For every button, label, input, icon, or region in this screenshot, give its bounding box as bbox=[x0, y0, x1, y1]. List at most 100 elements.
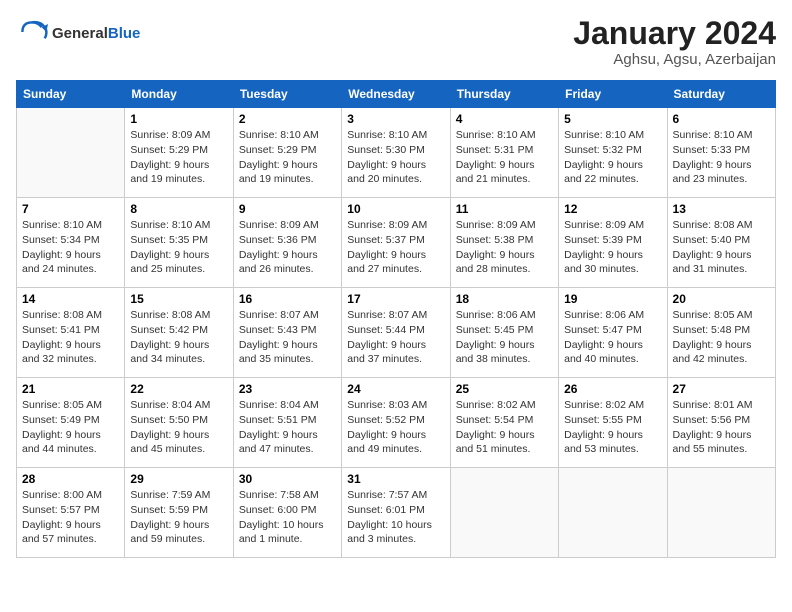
day-number: 16 bbox=[239, 292, 336, 306]
calendar-cell: 24 Sunrise: 8:03 AMSunset: 5:52 PMDayligh… bbox=[342, 378, 450, 468]
calendar-cell: 21 Sunrise: 8:05 AMSunset: 5:49 PMDayligh… bbox=[17, 378, 125, 468]
day-number: 23 bbox=[239, 382, 336, 396]
calendar-cell: 18 Sunrise: 8:06 AMSunset: 5:45 PMDayligh… bbox=[450, 288, 558, 378]
day-detail: Sunrise: 8:04 AMSunset: 5:50 PMDaylight:… bbox=[130, 398, 227, 457]
calendar-cell: 7 Sunrise: 8:10 AMSunset: 5:34 PMDaylight… bbox=[17, 198, 125, 288]
day-detail: Sunrise: 8:08 AMSunset: 5:41 PMDaylight:… bbox=[22, 308, 119, 367]
location: Aghsu, Agsu, Azerbaijan bbox=[573, 51, 776, 68]
calendar-cell: 12 Sunrise: 8:09 AMSunset: 5:39 PMDayligh… bbox=[559, 198, 667, 288]
calendar-cell: 15 Sunrise: 8:08 AMSunset: 5:42 PMDayligh… bbox=[125, 288, 233, 378]
calendar-cell: 14 Sunrise: 8:08 AMSunset: 5:41 PMDayligh… bbox=[17, 288, 125, 378]
day-number: 26 bbox=[564, 382, 661, 396]
day-detail: Sunrise: 8:02 AMSunset: 5:55 PMDaylight:… bbox=[564, 398, 661, 457]
calendar-cell bbox=[559, 468, 667, 558]
calendar-cell: 20 Sunrise: 8:05 AMSunset: 5:48 PMDayligh… bbox=[667, 288, 775, 378]
day-number: 15 bbox=[130, 292, 227, 306]
day-number: 11 bbox=[456, 202, 553, 216]
day-detail: Sunrise: 8:08 AMSunset: 5:40 PMDaylight:… bbox=[673, 218, 770, 277]
day-detail: Sunrise: 8:01 AMSunset: 5:56 PMDaylight:… bbox=[673, 398, 770, 457]
day-number: 14 bbox=[22, 292, 119, 306]
day-number: 30 bbox=[239, 472, 336, 486]
day-number: 18 bbox=[456, 292, 553, 306]
day-detail: Sunrise: 8:09 AMSunset: 5:29 PMDaylight:… bbox=[130, 128, 227, 187]
day-number: 27 bbox=[673, 382, 770, 396]
day-number: 20 bbox=[673, 292, 770, 306]
day-detail: Sunrise: 8:00 AMSunset: 5:57 PMDaylight:… bbox=[22, 488, 119, 547]
day-number: 1 bbox=[130, 112, 227, 126]
calendar-cell: 3 Sunrise: 8:10 AMSunset: 5:30 PMDaylight… bbox=[342, 108, 450, 198]
day-detail: Sunrise: 8:10 AMSunset: 5:34 PMDaylight:… bbox=[22, 218, 119, 277]
weekday-header: Wednesday bbox=[342, 81, 450, 108]
day-detail: Sunrise: 8:03 AMSunset: 5:52 PMDaylight:… bbox=[347, 398, 444, 457]
page-header: GeneralBlue January 2024 Aghsu, Agsu, Az… bbox=[16, 16, 776, 68]
day-number: 10 bbox=[347, 202, 444, 216]
weekday-header: Monday bbox=[125, 81, 233, 108]
day-detail: Sunrise: 8:07 AMSunset: 5:44 PMDaylight:… bbox=[347, 308, 444, 367]
day-number: 24 bbox=[347, 382, 444, 396]
calendar-cell: 26 Sunrise: 8:02 AMSunset: 5:55 PMDayligh… bbox=[559, 378, 667, 468]
logo-text: GeneralBlue bbox=[52, 22, 140, 43]
weekday-header: Friday bbox=[559, 81, 667, 108]
calendar-cell: 23 Sunrise: 8:04 AMSunset: 5:51 PMDayligh… bbox=[233, 378, 341, 468]
day-detail: Sunrise: 8:10 AMSunset: 5:29 PMDaylight:… bbox=[239, 128, 336, 187]
weekday-header: Thursday bbox=[450, 81, 558, 108]
calendar-cell: 11 Sunrise: 8:09 AMSunset: 5:38 PMDayligh… bbox=[450, 198, 558, 288]
day-detail: Sunrise: 7:58 AMSunset: 6:00 PMDaylight:… bbox=[239, 488, 336, 547]
day-number: 6 bbox=[673, 112, 770, 126]
calendar-cell: 27 Sunrise: 8:01 AMSunset: 5:56 PMDayligh… bbox=[667, 378, 775, 468]
day-detail: Sunrise: 8:10 AMSunset: 5:31 PMDaylight:… bbox=[456, 128, 553, 187]
day-detail: Sunrise: 8:07 AMSunset: 5:43 PMDaylight:… bbox=[239, 308, 336, 367]
day-detail: Sunrise: 8:10 AMSunset: 5:35 PMDaylight:… bbox=[130, 218, 227, 277]
day-number: 19 bbox=[564, 292, 661, 306]
calendar-cell: 6 Sunrise: 8:10 AMSunset: 5:33 PMDaylight… bbox=[667, 108, 775, 198]
day-number: 21 bbox=[22, 382, 119, 396]
calendar-cell: 17Sunrise: 8:07 AMSunset: 5:44 PMDayligh… bbox=[342, 288, 450, 378]
day-detail: Sunrise: 8:10 AMSunset: 5:33 PMDaylight:… bbox=[673, 128, 770, 187]
day-number: 5 bbox=[564, 112, 661, 126]
day-number: 9 bbox=[239, 202, 336, 216]
day-number: 29 bbox=[130, 472, 227, 486]
calendar-cell: 28 Sunrise: 8:00 AMSunset: 5:57 PMDayligh… bbox=[17, 468, 125, 558]
calendar-cell bbox=[667, 468, 775, 558]
day-number: 4 bbox=[456, 112, 553, 126]
day-detail: Sunrise: 8:05 AMSunset: 5:49 PMDaylight:… bbox=[22, 398, 119, 457]
day-detail: Sunrise: 8:02 AMSunset: 5:54 PMDaylight:… bbox=[456, 398, 553, 457]
calendar-cell: 25Sunrise: 8:02 AMSunset: 5:54 PMDayligh… bbox=[450, 378, 558, 468]
calendar-cell: 16 Sunrise: 8:07 AMSunset: 5:43 PMDayligh… bbox=[233, 288, 341, 378]
day-detail: Sunrise: 7:59 AMSunset: 5:59 PMDaylight:… bbox=[130, 488, 227, 547]
day-detail: Sunrise: 8:06 AMSunset: 5:45 PMDaylight:… bbox=[456, 308, 553, 367]
calendar-cell: 19Sunrise: 8:06 AMSunset: 5:47 PMDayligh… bbox=[559, 288, 667, 378]
day-number: 22 bbox=[130, 382, 227, 396]
calendar-cell: 31Sunrise: 7:57 AMSunset: 6:01 PMDayligh… bbox=[342, 468, 450, 558]
calendar-table: SundayMondayTuesdayWednesdayThursdayFrid… bbox=[16, 80, 776, 558]
day-detail: Sunrise: 8:09 AMSunset: 5:36 PMDaylight:… bbox=[239, 218, 336, 277]
weekday-header: Tuesday bbox=[233, 81, 341, 108]
calendar-cell: 4 Sunrise: 8:10 AMSunset: 5:31 PMDaylight… bbox=[450, 108, 558, 198]
calendar-cell: 8Sunrise: 8:10 AMSunset: 5:35 PMDaylight… bbox=[125, 198, 233, 288]
day-number: 3 bbox=[347, 112, 444, 126]
calendar-cell: 2 Sunrise: 8:10 AMSunset: 5:29 PMDaylight… bbox=[233, 108, 341, 198]
calendar-cell: 29 Sunrise: 7:59 AMSunset: 5:59 PMDayligh… bbox=[125, 468, 233, 558]
day-detail: Sunrise: 8:08 AMSunset: 5:42 PMDaylight:… bbox=[130, 308, 227, 367]
day-detail: Sunrise: 8:09 AMSunset: 5:39 PMDaylight:… bbox=[564, 218, 661, 277]
day-number: 7 bbox=[22, 202, 119, 216]
day-detail: Sunrise: 8:10 AMSunset: 5:30 PMDaylight:… bbox=[347, 128, 444, 187]
calendar-cell: 9 Sunrise: 8:09 AMSunset: 5:36 PMDaylight… bbox=[233, 198, 341, 288]
day-detail: Sunrise: 8:09 AMSunset: 5:37 PMDaylight:… bbox=[347, 218, 444, 277]
calendar-cell: 13Sunrise: 8:08 AMSunset: 5:40 PMDayligh… bbox=[667, 198, 775, 288]
title-block: January 2024 Aghsu, Agsu, Azerbaijan bbox=[573, 16, 776, 68]
day-detail: Sunrise: 8:09 AMSunset: 5:38 PMDaylight:… bbox=[456, 218, 553, 277]
month-title: January 2024 bbox=[573, 16, 776, 51]
calendar-cell bbox=[17, 108, 125, 198]
day-detail: Sunrise: 8:05 AMSunset: 5:48 PMDaylight:… bbox=[673, 308, 770, 367]
day-number: 2 bbox=[239, 112, 336, 126]
day-detail: Sunrise: 8:04 AMSunset: 5:51 PMDaylight:… bbox=[239, 398, 336, 457]
calendar-cell: 22 Sunrise: 8:04 AMSunset: 5:50 PMDayligh… bbox=[125, 378, 233, 468]
day-detail: Sunrise: 7:57 AMSunset: 6:01 PMDaylight:… bbox=[347, 488, 444, 547]
calendar-cell bbox=[450, 468, 558, 558]
calendar-cell: 30 Sunrise: 7:58 AMSunset: 6:00 PMDayligh… bbox=[233, 468, 341, 558]
day-detail: Sunrise: 8:10 AMSunset: 5:32 PMDaylight:… bbox=[564, 128, 661, 187]
day-number: 12 bbox=[564, 202, 661, 216]
day-number: 28 bbox=[22, 472, 119, 486]
calendar-cell: 1 Sunrise: 8:09 AMSunset: 5:29 PMDaylight… bbox=[125, 108, 233, 198]
